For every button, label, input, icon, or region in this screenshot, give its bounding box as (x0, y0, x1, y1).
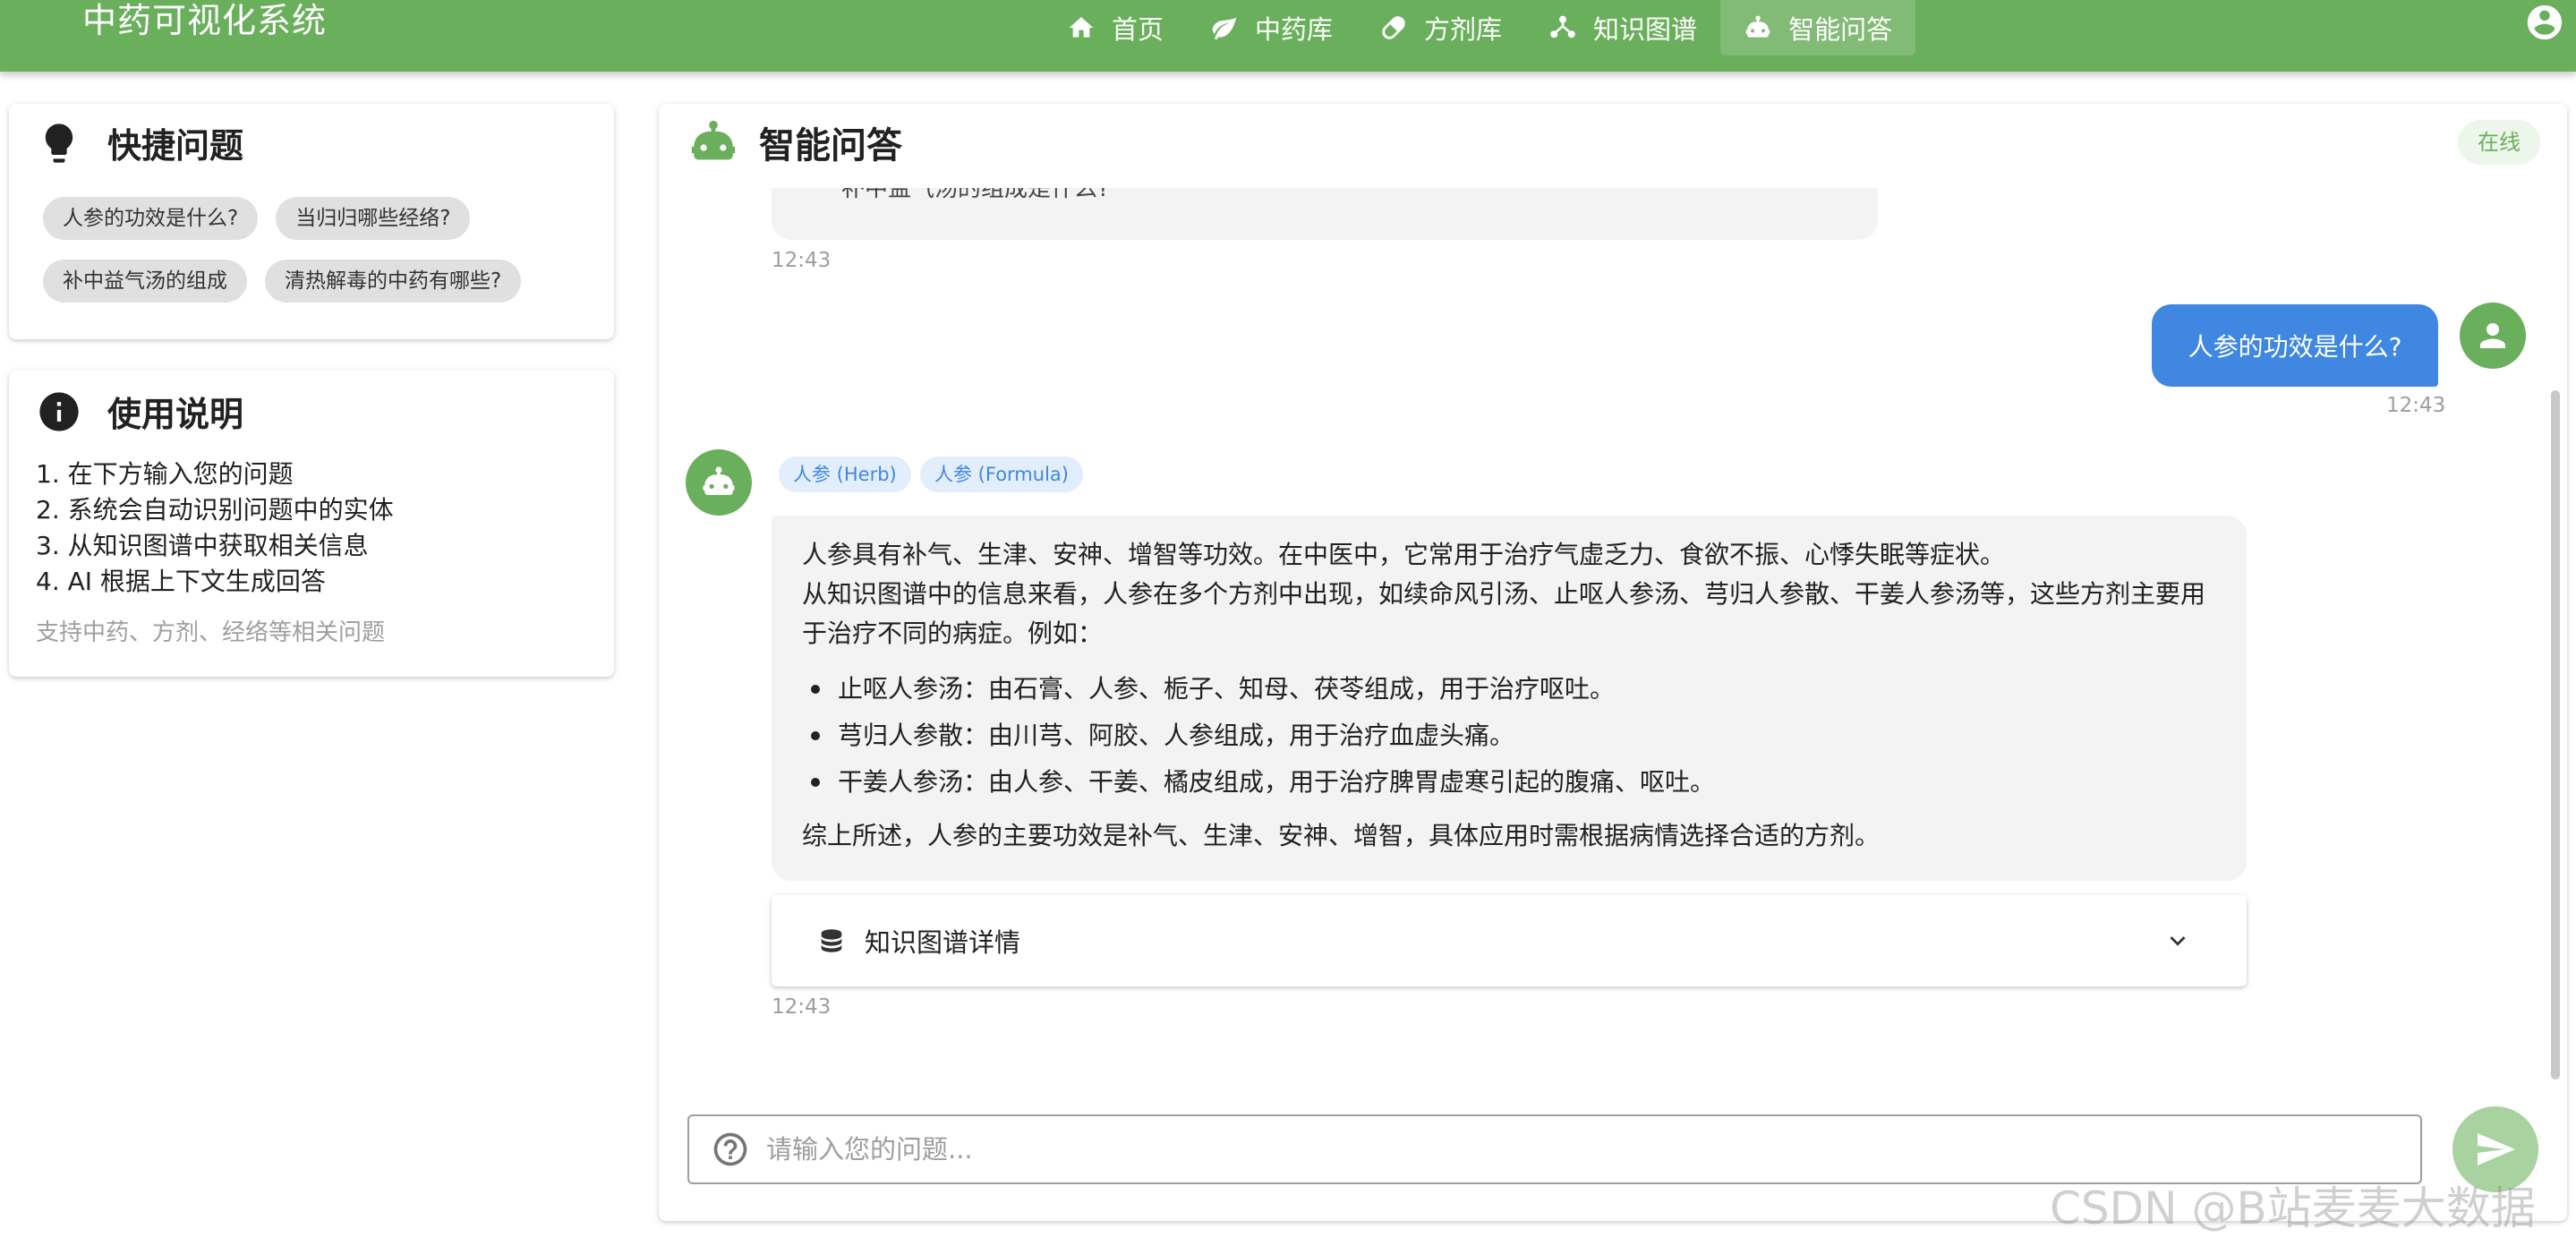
status-badge: 在线 (2458, 120, 2540, 165)
answer-list-item: 干姜人参汤：由人参、干姜、橘皮组成，用于治疗脾胃虚寒引起的腹痛、呕吐。 (811, 763, 1715, 802)
user-message-bubble: 人参的功效是什么? (2152, 304, 2438, 387)
knowledge-graph-details-label: 知识图谱详情 (865, 927, 1021, 958)
info-icon (39, 391, 79, 431)
bot-answer-bubble: 人参具有补气、生津、安神、增智等功效。在中医中，它常用于治疗气虚乏力、食欲不振、… (772, 516, 2247, 881)
knowledge-graph-details-expander[interactable]: 知识图谱详情 (772, 895, 2247, 986)
previous-message-text: 补中益气汤的组成是什么? (841, 188, 1110, 202)
bot-avatar (686, 449, 752, 516)
answer-list-item: 止呕人参汤：由石膏、人参、栀子、知母、茯苓组成，用于治疗呕吐。 (811, 670, 1615, 709)
send-icon (2478, 1133, 2515, 1165)
answer-list-item-text: 干姜人参汤：由人参、干姜、橘皮组成，用于治疗脾胃虚寒引起的腹痛、呕吐。 (838, 767, 1716, 797)
message-time: 12:43 (2386, 394, 2446, 417)
robot-icon (691, 120, 736, 160)
answer-intro: 人参具有补气、生津、安神、增智等功效。在中医中，它常用于治疗气虚乏力、食欲不振、… (802, 540, 2006, 569)
quick-questions-header: 快捷问题 (36, 118, 243, 167)
chat-scrollbar[interactable] (2551, 390, 2560, 1080)
quick-question-chips: 人参的功效是什么? 当归归哪些经络? 补中益气汤的组成 清热解毒的中药有哪些? (43, 197, 598, 322)
answer-list-item-text: 芎归人参散：由川芎、阿胶、人参组成，用于治疗血虚头痛。 (838, 721, 1515, 750)
nav-knowledge-graph-label: 知识图谱 (1593, 14, 1698, 45)
answer-list-item-text: 止呕人参汤：由石膏、人参、栀子、知母、茯苓组成，用于治疗呕吐。 (838, 674, 1616, 704)
robot-icon (1745, 15, 1770, 38)
main-nav: 首页 中药库 方剂库 知识图谱 智能问答 (1044, 0, 1916, 55)
home-icon (1069, 17, 1094, 38)
person-icon (2480, 323, 2505, 348)
top-app-bar: 中药可视化系统 首页 中药库 方剂库 知识图谱 智能问答 (0, 0, 2576, 72)
question-input[interactable] (766, 1134, 2377, 1165)
message-time: 12:43 (772, 249, 832, 272)
usage-steps: 1. 在下方输入您的问题 2. 系统会自动识别问题中的实体 3. 从知识图谱中获… (36, 457, 394, 600)
answer-paragraph: 从知识图谱中的信息来看，人参在多个方剂中出现，如续命风引汤、止呕人参汤、芎归人参… (802, 579, 2206, 648)
database-icon (821, 929, 842, 952)
graph-icon (1550, 15, 1575, 38)
nav-formulas-label: 方剂库 (1424, 14, 1503, 45)
chevron-down-icon (2170, 936, 2186, 946)
usage-step: 4. AI 根据上下文生成回答 (36, 567, 326, 596)
usage-guide-title: 使用说明 (107, 395, 244, 434)
nav-knowledge-graph[interactable]: 知识图谱 (1525, 0, 1720, 55)
usage-step: 3. 从知识图谱中获取相关信息 (36, 531, 369, 560)
app-title: 中药可视化系统 (82, 1, 328, 40)
nav-herbs[interactable]: 中药库 (1187, 0, 1356, 55)
nav-smart-qa[interactable]: 智能问答 (1720, 0, 1916, 55)
account-circle-icon (2527, 4, 2563, 40)
chat-title: 智能问答 (759, 125, 902, 166)
help-circle-icon (713, 1132, 747, 1166)
nav-home-label: 首页 (1112, 14, 1164, 45)
pill-icon (1382, 16, 1405, 39)
entity-tag[interactable]: 人参 (Herb) (779, 457, 911, 492)
nav-home[interactable]: 首页 (1044, 0, 1187, 55)
leaf-icon (1212, 17, 1237, 40)
watermark: CSDN @B站麦麦大数据 (2050, 1182, 2536, 1234)
quick-questions-title: 快捷问题 (107, 126, 244, 166)
robot-icon (703, 466, 735, 495)
usage-guide-header: 使用说明 (36, 387, 243, 436)
usage-step: 2. 系统会自动识别问题中的实体 (36, 495, 394, 525)
nav-smart-qa-label: 智能问答 (1788, 14, 1893, 45)
quick-chip-detox-herbs[interactable]: 清热解毒的中药有哪些? (265, 260, 522, 303)
usage-step: 1. 在下方输入您的问题 (36, 459, 294, 489)
quick-chip-ginseng-effect[interactable]: 人参的功效是什么? (43, 197, 259, 240)
user-avatar (2460, 303, 2526, 369)
previous-message-clip: 补中益气汤的组成是什么? (772, 188, 1878, 240)
quick-chip-buzhong-composition[interactable]: 补中益气汤的组成 (43, 260, 247, 303)
account-button[interactable] (2524, 2, 2565, 43)
chat-header: 智能问答 (687, 116, 902, 168)
message-time: 12:43 (772, 995, 832, 1019)
nav-formulas[interactable]: 方剂库 (1356, 0, 1525, 55)
lightbulb-icon (45, 123, 73, 163)
entity-tag[interactable]: 人参 (Formula) (920, 457, 1083, 492)
usage-hint: 支持中药、方剂、经络等相关问题 (36, 619, 386, 646)
nav-herbs-label: 中药库 (1255, 14, 1334, 45)
quick-chip-angelica-meridians[interactable]: 当归归哪些经络? (276, 197, 471, 240)
answer-list-item: 芎归人参散：由川芎、阿胶、人参组成，用于治疗血虚头痛。 (811, 716, 1514, 755)
answer-summary: 综上所述，人参的主要功效是补气、生津、安神、增智，具体应用时需根据病情选择合适的… (802, 821, 1881, 850)
